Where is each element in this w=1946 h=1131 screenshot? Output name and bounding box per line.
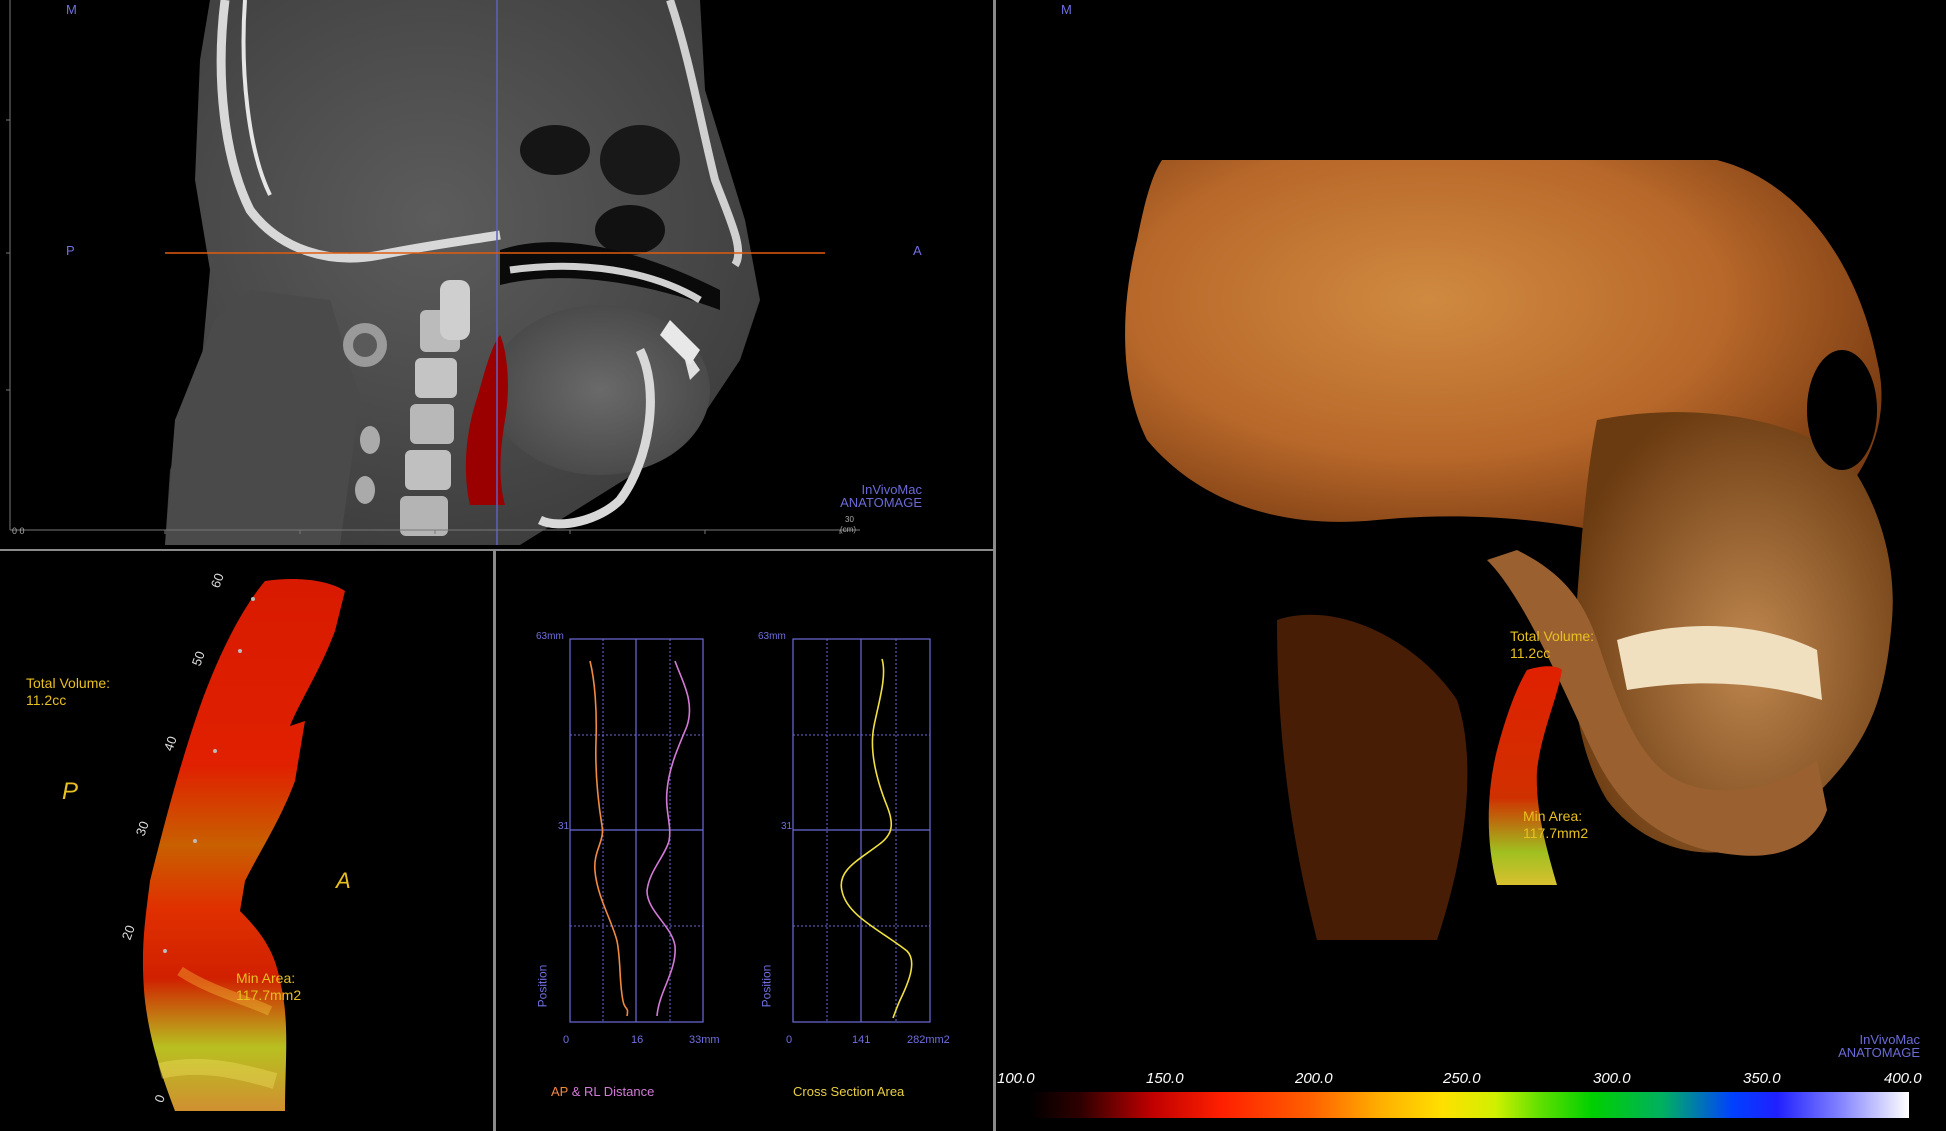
volume-min-area: Min Area: 117.7mm2 [1523, 808, 1589, 841]
distance-graph-caption: AP & RL Distance [551, 1084, 654, 1099]
airway-3d-view[interactable]: Total Volume: 11.2cc Min Area: 117.7mm2 … [0, 551, 493, 1131]
area-x-tick-0: 0 [786, 1034, 793, 1046]
colorbar-label-100: 100.0 [997, 1070, 1035, 1087]
area-graph-top-label: 63mm [758, 631, 786, 642]
colorbar-label-300: 300.0 [1593, 1070, 1631, 1087]
airway-3d-model [142, 579, 345, 1111]
sagittal-origin: 0 0 [12, 526, 25, 536]
airway-volume [1488, 666, 1562, 885]
sagittal-ct-image [6, 0, 860, 545]
sagittal-right-marker: A [913, 243, 922, 258]
volume-watermark: InVivoMac ANATOMAGE [1838, 1032, 1920, 1060]
area-x-tick-2: 282mm2 [907, 1034, 950, 1046]
distance-x-tick-1: 16 [631, 1034, 644, 1046]
airway-min-area: Min Area: 117.7mm2 [236, 970, 302, 1003]
airway-posterior-label: P [62, 778, 79, 805]
volume-top-marker: M [1061, 2, 1072, 17]
orbit [1807, 350, 1877, 470]
colorbar-label-250: 250.0 [1443, 1070, 1481, 1087]
color-scale-bar [1029, 1092, 1909, 1118]
airway-anterior-label: A [336, 868, 351, 893]
cross-section-area-curve [840, 658, 913, 1019]
distance-graph-y-axis-label: Position [535, 964, 550, 1008]
colorbar-label-150: 150.0 [1146, 1070, 1184, 1087]
colorbar-label-350: 350.0 [1743, 1070, 1781, 1087]
area-x-tick-1: 141 [852, 1034, 871, 1046]
distance-graph-mid-label: 31 [558, 821, 570, 832]
area-graph-mid-label: 31 [781, 821, 793, 832]
area-graph-caption: Cross Section Area [793, 1084, 905, 1099]
rl-distance-curve [646, 660, 691, 1017]
colorbar-label-200: 200.0 [1295, 1070, 1333, 1087]
distance-x-tick-0: 0 [563, 1034, 570, 1046]
colorbar-label-400: 400.0 [1884, 1070, 1922, 1087]
ap-caption: AP [551, 1084, 569, 1099]
scale-number: 30 [845, 515, 854, 524]
airway-graphs-view[interactable]: 63mm 31 Position 0 16 33mm 63mm 31 Posit… [497, 551, 993, 1131]
distance-graph-top-label: 63mm [536, 631, 564, 642]
rl-caption: & RL Distance [571, 1084, 655, 1099]
area-graph-y-axis-label: Position [759, 964, 774, 1008]
sagittal-left-marker: P [66, 243, 75, 258]
volume-render-view[interactable]: M Total Volume: 11.2cc Min Area: 117.7mm… [997, 0, 1946, 1131]
distance-x-tick-2: 33mm [689, 1034, 720, 1046]
divider-horizontal-left[interactable] [0, 549, 993, 551]
airway-total-volume: Total Volume: 11.2cc [26, 675, 111, 708]
divider-vertical-bottom[interactable] [493, 551, 496, 1131]
sagittal-top-marker: M [66, 2, 77, 17]
ap-distance-curve [589, 660, 629, 1017]
sagittal-view[interactable]: M P A 0 0 30 (cm) InVivoMac ANATOMAGE [0, 0, 993, 549]
volume-total-volume: Total Volume: 11.2cc [1510, 628, 1595, 661]
scale-unit: (cm) [840, 525, 856, 534]
divider-vertical-main[interactable] [993, 0, 996, 1131]
skull-volume-render [1125, 160, 1893, 940]
sagittal-watermark: InVivoMac ANATOMAGE [840, 482, 922, 510]
